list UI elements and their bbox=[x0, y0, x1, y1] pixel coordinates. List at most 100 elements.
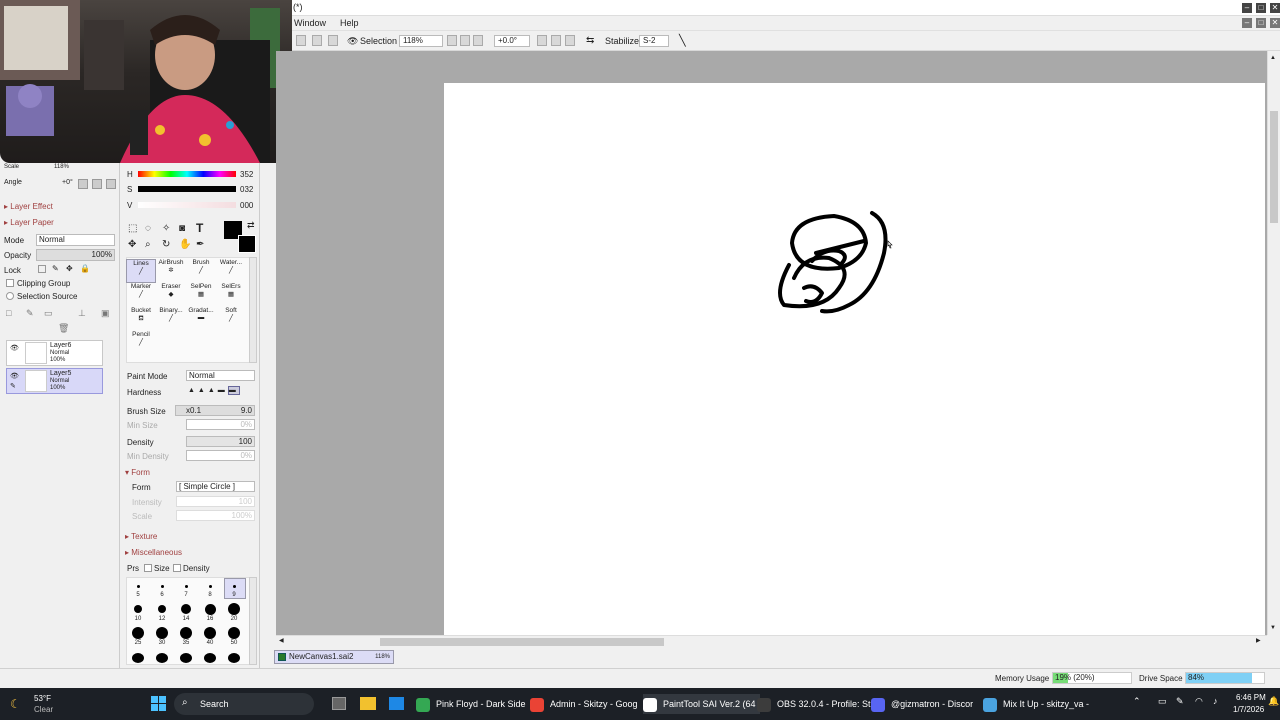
toolbar-button[interactable] bbox=[312, 35, 322, 46]
tool-brush[interactable]: Brush ╱ bbox=[186, 259, 216, 283]
document-tab[interactable]: NewCanvas1.sai2 118% bbox=[274, 650, 394, 664]
taskbar-app[interactable]: Pink Floyd - Dark Side bbox=[416, 694, 526, 714]
layer-item[interactable]: 👁 Layer6 Normal 100% bbox=[6, 340, 103, 366]
file-explorer-icon[interactable] bbox=[360, 697, 376, 710]
close-button[interactable]: ✕ bbox=[1270, 3, 1280, 13]
magic-wand-icon[interactable]: ✧ bbox=[162, 223, 170, 234]
selection-toggle[interactable]: Selection bbox=[360, 36, 397, 46]
flip-icon[interactable]: ⇆ bbox=[586, 35, 594, 46]
maximize-button[interactable]: □ bbox=[1256, 3, 1266, 13]
pressure-density-checkbox[interactable] bbox=[173, 564, 181, 572]
lock-all-icon[interactable]: 🔒 bbox=[80, 264, 90, 273]
tool-bucket[interactable]: Bucket ⛾ bbox=[126, 307, 156, 331]
brush-size-dot[interactable] bbox=[228, 653, 240, 663]
brush-size-dot[interactable] bbox=[232, 584, 236, 588]
saturation-slider[interactable] bbox=[138, 186, 236, 192]
intensity-slider[interactable]: 100 bbox=[176, 496, 255, 507]
brush-size-dot[interactable] bbox=[180, 627, 192, 639]
vertical-scrollbar[interactable]: ▲ ▼ bbox=[1267, 51, 1280, 635]
scroll-right-icon[interactable]: ▶ bbox=[1256, 637, 1261, 644]
tool-eraser[interactable]: Eraser ◆ bbox=[156, 283, 186, 307]
hue-slider[interactable] bbox=[138, 171, 236, 177]
taskbar-app[interactable]: PaintTool SAI Ver.2 (64 bbox=[643, 694, 760, 714]
brush-size-slider[interactable]: x0.1 9.0 bbox=[175, 405, 255, 416]
stabilizer-select[interactable]: S-2 bbox=[639, 35, 669, 47]
delete-layer-icon[interactable]: 🗑 bbox=[58, 323, 69, 334]
brush-size-dot[interactable] bbox=[156, 653, 168, 663]
zoom-select[interactable]: 118% bbox=[399, 35, 443, 47]
layer-paper-header[interactable]: ▸ Layer Paper bbox=[4, 218, 54, 227]
tool-marker[interactable]: Marker ╱ bbox=[126, 283, 156, 307]
tool-pencil[interactable]: Pencil ╱ bbox=[126, 331, 156, 355]
brush-size-dot[interactable] bbox=[184, 584, 188, 588]
pen-tray-icon[interactable]: ✎ bbox=[1176, 696, 1184, 707]
move-icon[interactable]: ✥ bbox=[128, 239, 136, 250]
tool-gradation[interactable]: Gradat... ▬ bbox=[186, 307, 216, 331]
brush-size-dot[interactable] bbox=[204, 653, 216, 663]
brush-size-dot[interactable] bbox=[204, 627, 216, 639]
vertical-scroll-thumb[interactable] bbox=[1270, 111, 1278, 223]
taskbar-app[interactable]: Mix It Up - skitzy_va - bbox=[983, 694, 1089, 714]
new-layer-icon[interactable]: □ bbox=[6, 308, 11, 318]
rotation-select[interactable]: +0.0° bbox=[494, 35, 530, 47]
rotate-left-button[interactable] bbox=[537, 35, 547, 46]
brush-size-dot[interactable] bbox=[208, 584, 212, 588]
brush-size-dot[interactable] bbox=[158, 605, 166, 613]
value-slider[interactable] bbox=[138, 202, 236, 208]
pressure-size-checkbox[interactable] bbox=[144, 564, 152, 572]
clock-date[interactable]: 1/7/2026 bbox=[1233, 705, 1264, 714]
lock-move-icon[interactable]: ✥ bbox=[66, 264, 73, 273]
blend-mode-select[interactable]: Normal bbox=[36, 234, 115, 246]
eye-icon[interactable]: 👁 bbox=[347, 36, 358, 47]
lasso-icon[interactable]: ◌ bbox=[145, 223, 151, 234]
layer-effect-header[interactable]: ▸ Layer Effect bbox=[4, 202, 53, 211]
brush-size-dot[interactable] bbox=[132, 653, 144, 663]
zoom-in-button[interactable] bbox=[460, 35, 470, 46]
doc-restore-button[interactable]: □ bbox=[1256, 18, 1266, 28]
zoom-out-button[interactable] bbox=[447, 35, 457, 46]
doc-close-button[interactable]: ✕ bbox=[1270, 18, 1280, 28]
scroll-up-icon[interactable]: ▲ bbox=[1270, 55, 1276, 61]
clipping-group-checkbox[interactable] bbox=[6, 279, 14, 287]
toolbar-button[interactable] bbox=[296, 35, 306, 46]
task-view-icon[interactable] bbox=[332, 697, 346, 710]
form-header[interactable]: ▾ Form bbox=[125, 468, 150, 477]
volume-icon[interactable]: ♪ bbox=[1213, 696, 1218, 706]
tool-watercolor[interactable]: Water... ╱ bbox=[216, 259, 246, 283]
eyedropper-icon[interactable]: ✒ bbox=[196, 239, 204, 250]
network-tray-icon[interactable]: ▭ bbox=[1158, 696, 1167, 707]
brush-size-dot[interactable] bbox=[156, 627, 168, 639]
taskbar-app[interactable]: @gizmatron - Discor bbox=[871, 694, 973, 714]
tool-selers[interactable]: SelErs ▦ bbox=[216, 283, 246, 307]
brush-size-dot[interactable] bbox=[228, 627, 240, 639]
text-tool-icon[interactable]: T bbox=[196, 221, 203, 235]
rotate-reset-button[interactable] bbox=[565, 35, 575, 46]
menu-help[interactable]: Help bbox=[340, 18, 359, 28]
tool-grid-scrollbar[interactable] bbox=[249, 257, 257, 363]
misc-header[interactable]: ▸ Miscellaneous bbox=[125, 548, 182, 557]
store-icon[interactable] bbox=[389, 697, 404, 710]
lock-paint-icon[interactable]: ✎ bbox=[52, 264, 59, 273]
texture-header[interactable]: ▸ Texture bbox=[125, 532, 157, 541]
taskbar-app[interactable]: Admin - Skitzy - Goog bbox=[530, 694, 638, 714]
hand-icon[interactable]: ✋ bbox=[179, 239, 191, 250]
tool-soft[interactable]: Soft ╱ bbox=[216, 307, 246, 331]
select-pen-icon[interactable]: ◙ bbox=[179, 223, 185, 234]
minimize-button[interactable]: – bbox=[1242, 3, 1252, 13]
zoom-icon[interactable]: ⌕ bbox=[145, 239, 151, 250]
taskbar-app[interactable]: OBS 32.0.4 - Profile: St bbox=[757, 694, 871, 714]
scroll-left-icon[interactable]: ◀ bbox=[279, 637, 284, 644]
brush-size-dot[interactable] bbox=[136, 584, 140, 588]
menu-window[interactable]: Window bbox=[294, 18, 326, 28]
rect-select-icon[interactable]: ⬚ bbox=[128, 223, 137, 234]
layer-mask-icon[interactable]: ▣ bbox=[101, 308, 110, 319]
taskbar-search-box[interactable]: ⌕ Search bbox=[174, 693, 314, 715]
tool-selpen[interactable]: SelPen ▦ bbox=[186, 283, 216, 307]
rotate-icon[interactable]: ↻ bbox=[162, 239, 170, 250]
rotate-reset-button[interactable] bbox=[106, 179, 116, 189]
hardness-selector[interactable]: ▲▲▲▬▬ bbox=[188, 386, 254, 396]
form-select[interactable]: [ Simple Circle ] bbox=[176, 481, 255, 492]
selection-source-checkbox[interactable] bbox=[6, 292, 14, 300]
zoom-reset-button[interactable] bbox=[473, 35, 483, 46]
notification-bell-icon[interactable]: 🔔 bbox=[1268, 696, 1279, 707]
